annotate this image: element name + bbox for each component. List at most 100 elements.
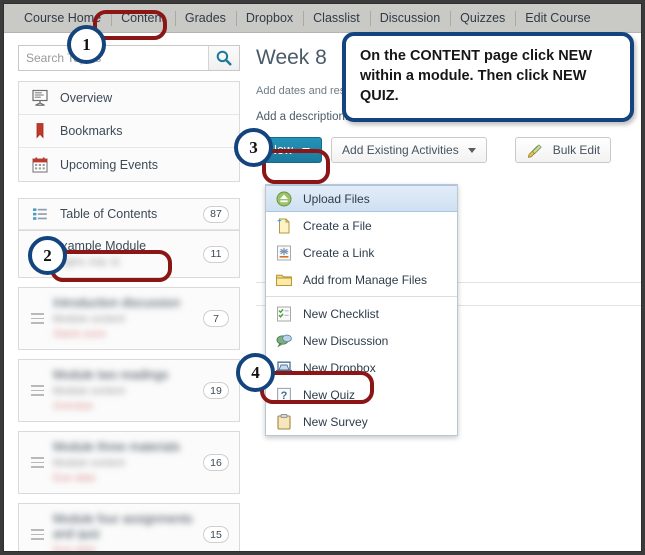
upload-icon — [276, 191, 292, 206]
menu-item-label: Create a File — [303, 218, 372, 233]
drag-handle-icon[interactable] — [31, 313, 44, 324]
menu-separator — [266, 296, 457, 297]
menu-item-upload-files[interactable]: Upload Files — [266, 185, 457, 212]
menu-item-label: Add from Manage Files — [303, 272, 428, 287]
module-badge: 15 — [203, 526, 229, 543]
nav-item-edit-course[interactable]: Edit Course — [515, 4, 600, 33]
nav-item-classlist[interactable]: Classlist — [303, 4, 370, 33]
add-existing-activities-button[interactable]: Add Existing Activities — [331, 137, 487, 163]
step-badge-1: 1 — [67, 25, 106, 64]
checklist-icon — [277, 306, 291, 321]
list-icon — [33, 208, 47, 220]
module-badge: 16 — [203, 454, 229, 471]
module-title: Introduction discussion — [53, 296, 181, 310]
module-info: Introduction discussion Module content S… — [53, 296, 203, 341]
add-existing-activities-label: Add Existing Activities — [342, 143, 459, 157]
instruction-callout-text: On the CONTENT page click NEW within a m… — [360, 48, 593, 104]
menu-item-label: New Survey — [303, 414, 368, 429]
highlight-new-button — [262, 149, 330, 184]
nav-item-dropbox[interactable]: Dropbox — [235, 4, 303, 33]
module-list-group-3: Module two readings Module content Overd… — [18, 359, 240, 422]
sidebar-item-overview[interactable]: Overview — [19, 82, 239, 115]
chevron-down-icon — [467, 147, 476, 153]
module-row-5[interactable]: Module four assignments and quiz Due dat… — [19, 504, 239, 552]
nav-item-quizzes[interactable]: Quizzes — [450, 4, 515, 33]
highlight-example-module — [50, 250, 172, 282]
menu-item-new-discussion[interactable]: New Discussion — [266, 327, 457, 354]
menu-item-new-survey[interactable]: New Survey — [266, 408, 457, 435]
step-number: 1 — [82, 34, 91, 54]
instruction-callout: On the CONTENT page click NEW within a m… — [342, 32, 634, 122]
sidebar-links-panel: Overview Bookmarks Upcoming Events — [18, 81, 240, 182]
calendar-icon — [32, 156, 48, 173]
bookmark-icon — [36, 123, 44, 139]
search-button[interactable] — [208, 46, 239, 70]
discussion-icon — [276, 334, 292, 347]
nav-item-grades[interactable]: Grades — [174, 4, 236, 33]
module-row-4[interactable]: Module three materials Module content Du… — [19, 432, 239, 493]
module-subtitle: Module content — [53, 313, 125, 325]
step-number: 4 — [251, 362, 260, 382]
module-row-2[interactable]: Introduction discussion Module content S… — [19, 288, 239, 349]
highlight-new-quiz — [260, 371, 374, 404]
step-number: 3 — [249, 137, 258, 157]
module-title: Module two readings — [53, 368, 169, 382]
bulk-edit-button[interactable]: Bulk Edit — [514, 137, 612, 163]
step-badge-4: 4 — [236, 353, 275, 392]
search-input[interactable] — [19, 46, 208, 70]
menu-item-new-checklist[interactable]: New Checklist — [266, 300, 457, 327]
sidebar-item-bookmarks[interactable]: Bookmarks — [19, 115, 239, 148]
module-badge: 7 — [203, 310, 229, 327]
module-badge: 19 — [203, 382, 229, 399]
menu-item-label: Create a Link — [303, 245, 375, 260]
module-status: Due date — [53, 544, 96, 552]
sidebar-item-upcoming-events[interactable]: Upcoming Events — [19, 148, 239, 181]
module-status: Due date — [53, 472, 96, 484]
survey-icon — [277, 413, 291, 430]
sidebar-item-label-table-of-contents: Table of Contents — [60, 207, 158, 221]
module-list-group-2: Introduction discussion Module content S… — [18, 287, 240, 350]
sidebar-item-label-overview: Overview — [60, 91, 113, 105]
module-list-group-5: Module four assignments and quiz Due dat… — [18, 503, 240, 552]
bulk-edit-label: Bulk Edit — [552, 143, 601, 157]
module-status: Overdue — [53, 400, 94, 412]
sidebar-item-label-bookmarks: Bookmarks — [60, 124, 123, 138]
menu-item-add-from-manage-files[interactable]: Add from Manage Files — [266, 266, 457, 293]
table-of-contents-panel: Table of Contents 87 — [18, 198, 240, 231]
module-title: Module three materials — [53, 440, 181, 454]
menu-item-create-a-link[interactable]: Create a Link — [266, 239, 457, 266]
module-title: Module four assignments and quiz — [53, 512, 193, 541]
overview-icon — [32, 89, 48, 106]
toc-badge: 87 — [203, 205, 229, 223]
menu-item-create-a-file[interactable]: Create a File — [266, 212, 457, 239]
menu-item-label: Upload Files — [303, 191, 370, 206]
module-row-3[interactable]: Module two readings Module content Overd… — [19, 360, 239, 421]
content-sidebar: Overview Bookmarks — [18, 45, 240, 552]
module-info: Module three materials Module content Du… — [53, 440, 203, 485]
module-subtitle: Module content — [53, 457, 125, 469]
module-info: Module four assignments and quiz Due dat… — [53, 512, 203, 552]
search-topics-row — [18, 45, 240, 71]
drag-handle-icon[interactable] — [31, 385, 44, 396]
menu-item-label: New Discussion — [303, 333, 389, 348]
drag-handle-icon[interactable] — [31, 457, 44, 468]
sidebar-item-table-of-contents[interactable]: Table of Contents 87 — [19, 199, 239, 230]
module-info: Module two readings Module content Overd… — [53, 368, 203, 413]
new-file-icon — [277, 217, 290, 233]
folder-icon — [276, 274, 292, 286]
browser-content-area: Course Home Content Grades Dropbox Class… — [3, 3, 642, 552]
link-icon — [277, 245, 291, 260]
step-badge-3: 3 — [234, 128, 273, 167]
sidebar-item-label-upcoming-events: Upcoming Events — [60, 157, 158, 172]
step-badge-2: 2 — [28, 236, 67, 275]
menu-item-label: New Checklist — [303, 306, 380, 321]
drag-handle-icon[interactable] — [31, 529, 44, 540]
module-badge: 11 — [203, 245, 229, 263]
step-number: 2 — [43, 245, 52, 265]
module-status: Starts soon — [53, 328, 107, 340]
search-icon — [216, 50, 232, 66]
pencils-icon — [527, 144, 542, 158]
module-list-group-4: Module three materials Module content Du… — [18, 431, 240, 494]
module-subtitle: Module content — [53, 385, 125, 397]
nav-item-discussion[interactable]: Discussion — [369, 4, 450, 33]
